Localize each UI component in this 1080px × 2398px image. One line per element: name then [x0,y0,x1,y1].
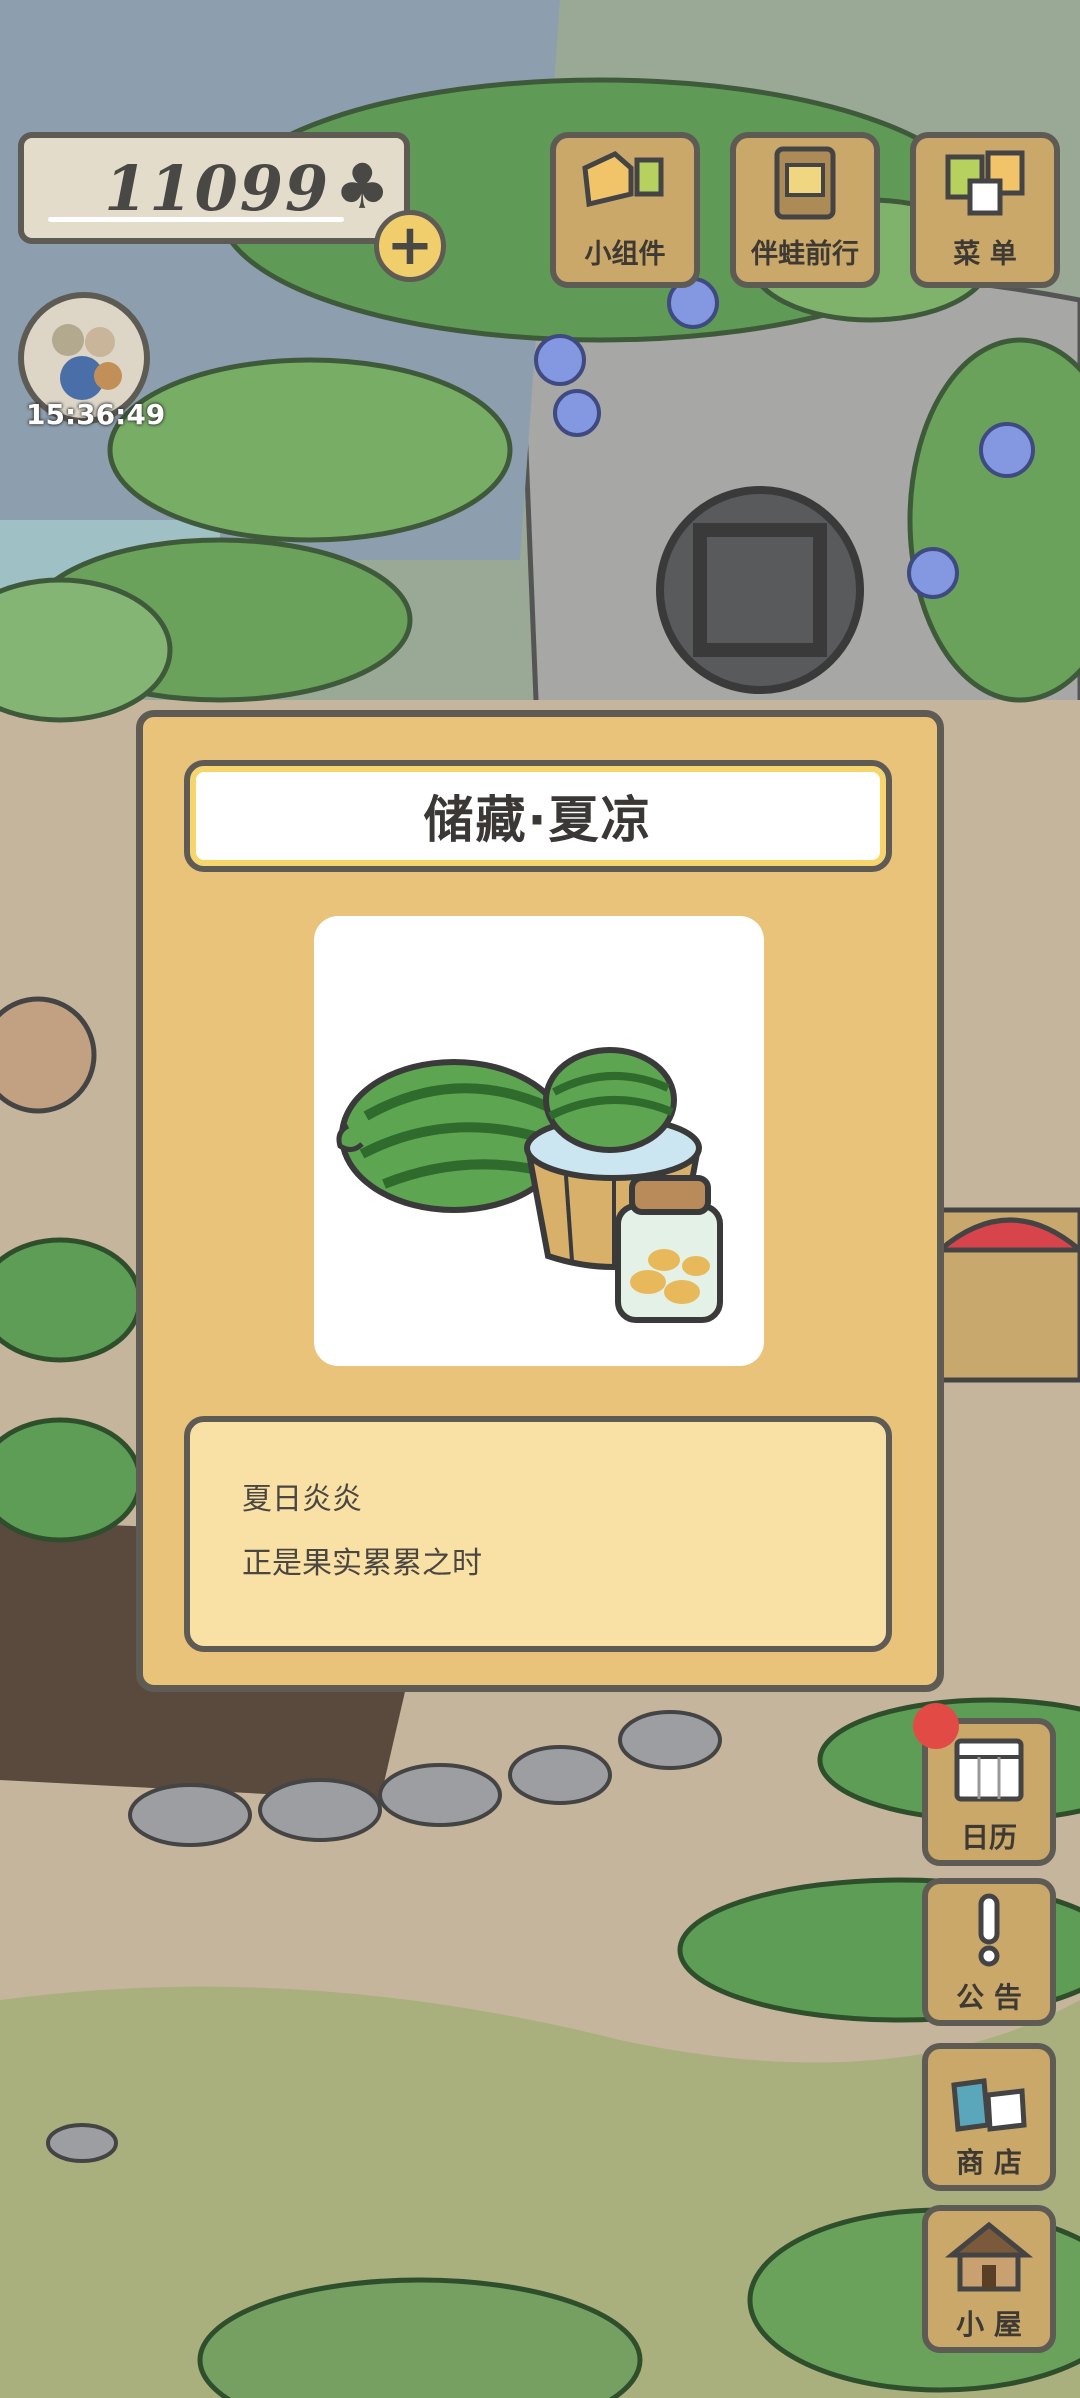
menu-icon [916,138,1054,228]
watermelon-bucket-jar-illustration [336,1047,723,1323]
house-button[interactable]: 小 屋 [922,2205,1056,2353]
clover-counter: 11099 ♣ [18,132,410,244]
shop-bags-icon [928,2049,1050,2141]
widget-label: 小组件 [584,239,666,270]
journey-label: 伴蛙前行 [751,239,859,270]
description-line-2: 正是果实累累之时 [242,1546,482,1581]
widget-button[interactable]: 小组件 [550,132,700,288]
shop-label: 商 店 [956,2146,1022,2179]
menu-label: 菜 单 [953,239,1017,270]
dialog-title: 储藏·夏凉 [423,791,653,849]
description-line-1: 夏日炎炎 [242,1482,362,1517]
dialog-description: 夏日炎炎 正是果实累累之时 [184,1416,892,1652]
house-icon [928,2211,1050,2303]
club-icon: ♣ [334,150,390,223]
menu-button[interactable]: 菜 单 [910,132,1060,288]
dialog-title-bar: 储藏·夏凉 [184,760,892,872]
exclamation-icon [928,1884,1050,1976]
counter-underline [48,217,344,222]
widget-icon [556,138,694,228]
journey-button[interactable]: 伴蛙前行 [730,132,880,288]
item-image-card [314,916,764,1366]
announcement-label: 公 告 [956,1981,1022,2014]
calendar-label: 日历 [960,1821,1017,1854]
plus-icon: + [386,213,434,278]
notification-badge [913,1703,959,1749]
shop-button[interactable]: 商 店 [922,2043,1056,2191]
add-clover-button[interactable]: + [374,210,446,282]
clover-count: 11099 [104,151,330,225]
journey-icon [736,138,874,228]
house-label: 小 屋 [956,2308,1022,2341]
visitor-timer: 15:36:49 [26,398,166,431]
announcement-button[interactable]: 公 告 [922,1878,1056,2026]
